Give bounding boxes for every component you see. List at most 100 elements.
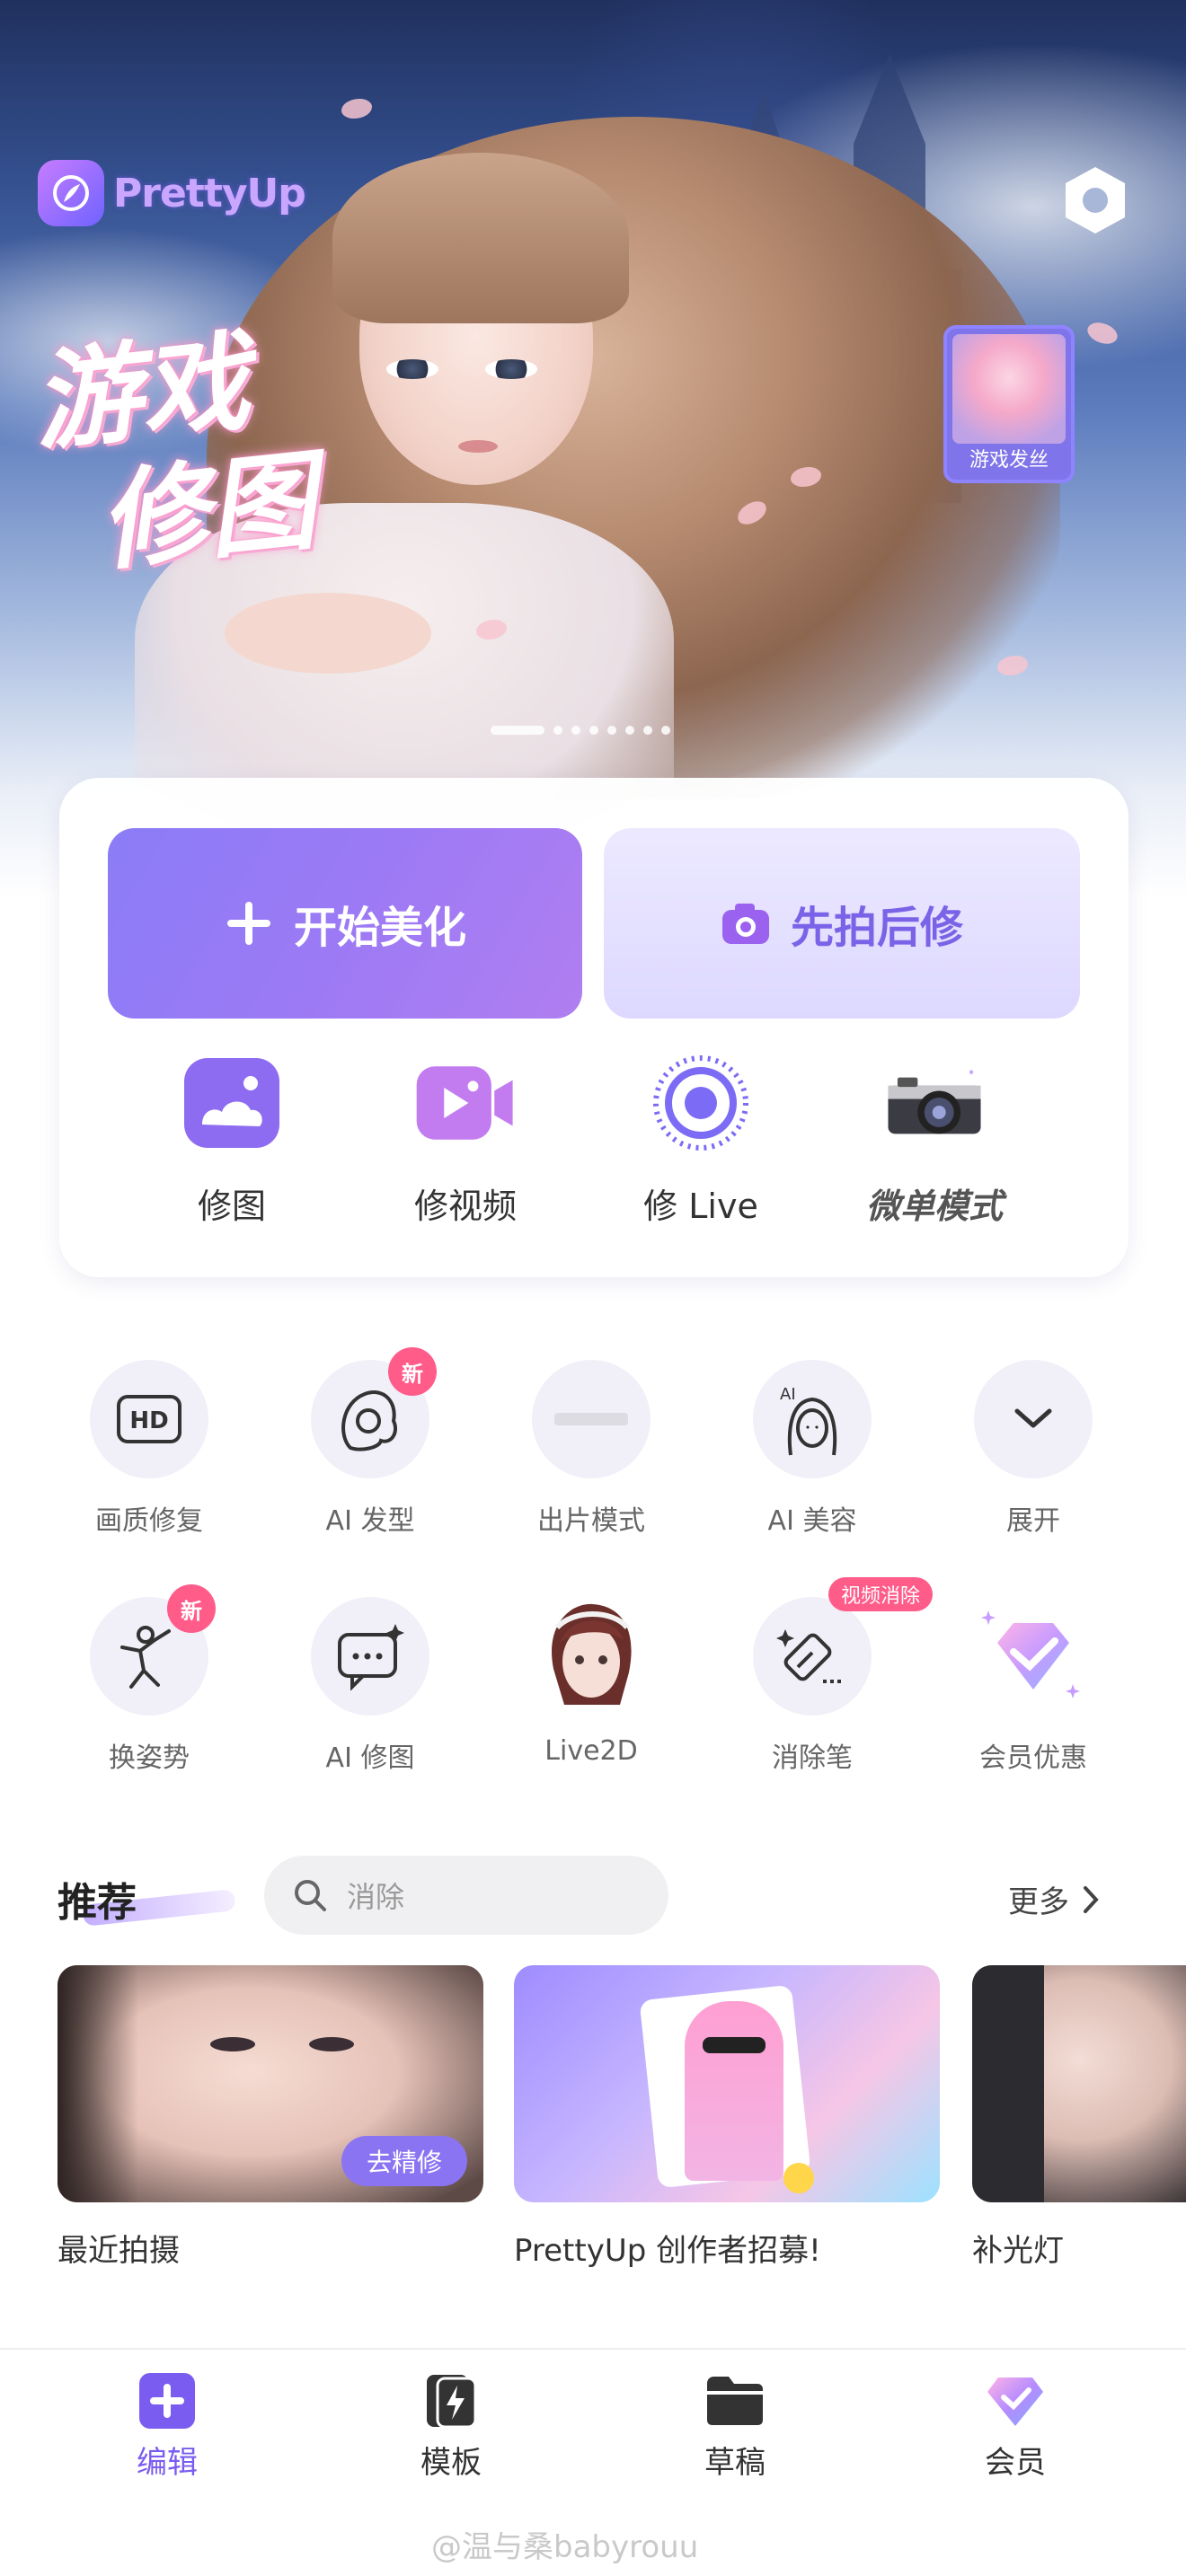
feature-label: 展开 — [1006, 1505, 1060, 1537]
hairstyle-icon: 新 — [311, 1347, 437, 1478]
card-label: 最近拍摄 — [58, 2233, 180, 2269]
tab-membership[interactable]: 会员 — [934, 2369, 1096, 2482]
feature-eraser[interactable]: 视频消除 消除笔 — [722, 1577, 934, 1775]
tab-templates[interactable]: 模板 — [370, 2369, 532, 2482]
watermark: @温与桑babyrouu — [431, 2529, 699, 2565]
character-hand — [225, 593, 431, 674]
ai-beauty-icon: AI — [753, 1360, 872, 1478]
search-icon — [295, 1880, 326, 1911]
tab-label: 会员 — [985, 2445, 1046, 2481]
photo-eye — [309, 2037, 354, 2051]
petal — [997, 656, 1028, 675]
photo-mode-icon — [532, 1360, 651, 1478]
character-lips — [458, 440, 498, 453]
folder-icon — [704, 2369, 766, 2432]
search-input[interactable]: 消除 — [264, 1856, 668, 1935]
smiley-icon — [783, 2163, 814, 2193]
settings-button[interactable] — [1057, 162, 1134, 239]
feature-live2d[interactable]: Live2D — [501, 1597, 681, 1767]
pose-icon: 新 — [90, 1584, 216, 1716]
tab-edit[interactable]: 编辑 — [86, 2369, 248, 2482]
promo-character — [685, 2001, 783, 2181]
logo-icon — [38, 160, 104, 226]
feature-photo-mode[interactable]: 出片模式 — [501, 1360, 681, 1538]
quick-tool-live-edit[interactable]: 修 Live — [611, 1053, 791, 1228]
template-icon — [420, 2369, 482, 2432]
feature-change-pose[interactable]: 新 换姿势 — [59, 1584, 239, 1775]
creator-recruit-card[interactable] — [514, 1965, 940, 2202]
quick-tool-label: 修图 — [197, 1187, 266, 1226]
photo-hair — [58, 1965, 138, 2202]
start-beautify-label: 开始美化 — [293, 903, 466, 953]
photo-background — [972, 1965, 1044, 2202]
card-label: PrettyUp 创作者招募! — [514, 2233, 821, 2269]
feature-ai-hairstyle[interactable]: 新 AI 发型 — [280, 1347, 460, 1538]
fill-light-card[interactable] — [972, 1965, 1186, 2202]
feature-ai-edit[interactable]: AI 修图 — [280, 1597, 460, 1775]
quick-tool-label: 修 Live — [643, 1187, 758, 1226]
feature-expand[interactable]: 展开 — [943, 1360, 1123, 1538]
svg-text:HD: HD — [129, 1407, 168, 1434]
character-eye — [386, 359, 438, 379]
page-dot — [607, 726, 616, 735]
petal — [1084, 316, 1121, 350]
video-edit-icon — [415, 1053, 516, 1153]
page-dot — [571, 726, 580, 735]
thumbnail-image — [952, 334, 1066, 444]
hero-banner[interactable]: 游戏 修图 PrettyUp 游戏发丝 — [0, 0, 1186, 898]
tab-drafts[interactable]: 草稿 — [654, 2369, 816, 2482]
feature-label: 消除笔 — [772, 1742, 853, 1774]
app-logo: PrettyUp — [38, 160, 306, 226]
page-dot — [661, 726, 670, 735]
quick-tool-video-edit[interactable]: 修视频 — [376, 1053, 555, 1228]
promo-sunglasses — [703, 2037, 766, 2053]
feature-label: AI 发型 — [325, 1505, 415, 1537]
diamond-icon — [974, 1597, 1093, 1716]
page-dot-active — [491, 726, 544, 735]
quick-tool-mirrorless-mode[interactable]: 微单模式 — [845, 1053, 1024, 1228]
page-indicator — [491, 726, 670, 735]
banner-thumbnail[interactable]: 游戏发丝 — [943, 325, 1075, 483]
new-badge: 新 — [388, 1347, 437, 1396]
quick-tool-photo-edit[interactable]: 修图 — [142, 1053, 322, 1228]
tab-label: 草稿 — [704, 2445, 766, 2481]
banner-title: 游戏 修图 — [27, 313, 322, 592]
eraser-icon: 视频消除 — [753, 1577, 934, 1716]
quick-tool-label: 修视频 — [413, 1187, 517, 1226]
feature-ai-beauty[interactable]: AI AI 美容 — [722, 1360, 902, 1538]
character-eye — [485, 359, 537, 379]
refine-button[interactable]: 去精修 — [341, 2136, 467, 2186]
feature-label: AI 美容 — [767, 1505, 857, 1537]
logo-text: PrettyUp — [113, 170, 306, 216]
recommend-title: 推荐 — [58, 1880, 137, 1926]
camera-icon — [721, 904, 769, 944]
shoot-then-edit-button[interactable]: 先拍后修 — [604, 828, 1080, 1019]
ai-edit-icon — [311, 1597, 429, 1716]
more-label: 更多 — [1008, 1884, 1069, 1920]
thumbnail-label: 游戏发丝 — [969, 449, 1049, 472]
chevron-down-icon — [974, 1360, 1093, 1478]
feature-label: 换姿势 — [109, 1742, 190, 1774]
chevron-right-icon — [1084, 1885, 1099, 1913]
card-label: 补光灯 — [972, 2233, 1064, 2269]
svg-text:AI: AI — [780, 1385, 796, 1404]
character-bangs — [332, 153, 629, 323]
photo-eye — [210, 2037, 255, 2051]
feature-label: 画质修复 — [95, 1505, 203, 1537]
feature-label: 出片模式 — [537, 1505, 645, 1537]
search-placeholder: 消除 — [347, 1880, 405, 1914]
feature-member-deals[interactable]: 会员优惠 — [943, 1597, 1123, 1775]
mirrorless-camera-icon — [884, 1053, 985, 1153]
start-beautify-button[interactable]: 开始美化 — [108, 828, 582, 1019]
tab-label: 模板 — [420, 2445, 482, 2481]
banner-title-line2: 修图 — [93, 437, 322, 587]
page-dot — [553, 726, 562, 735]
vip-diamond-icon — [984, 2369, 1047, 2432]
petal — [341, 99, 372, 119]
shoot-then-edit-label: 先拍后修 — [790, 903, 963, 953]
feature-quality-repair[interactable]: HD 画质修复 — [59, 1360, 239, 1538]
new-badge: 新 — [167, 1584, 216, 1633]
page-dot — [643, 726, 652, 735]
recent-shot-card[interactable]: 去精修 — [58, 1965, 483, 2202]
more-link[interactable]: 更多 — [1008, 1877, 1100, 1921]
